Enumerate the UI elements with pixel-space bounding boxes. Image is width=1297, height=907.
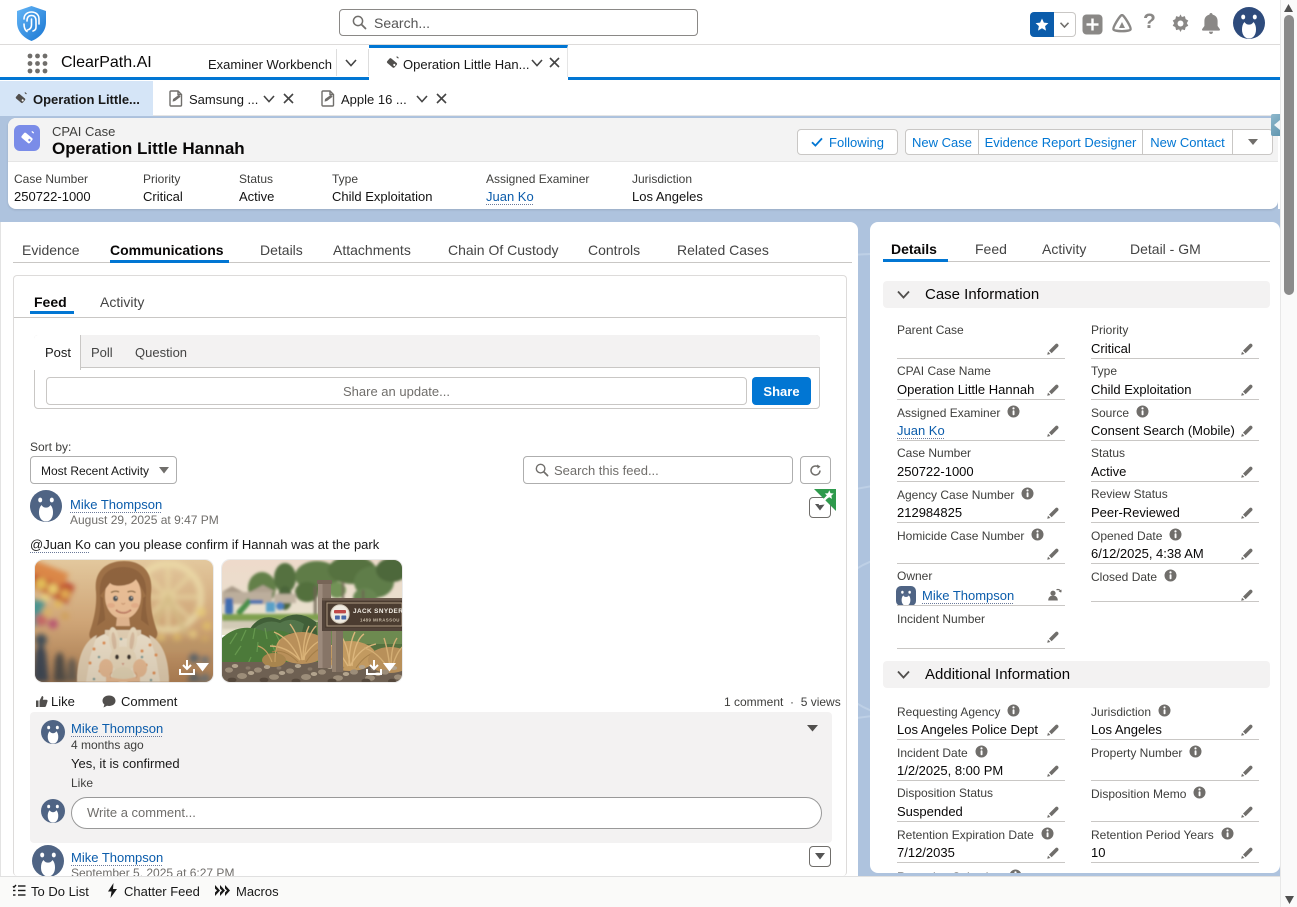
svg-text:1489 MIRASSOU: 1489 MIRASSOU xyxy=(360,618,400,623)
svg-text:JACK SNYDER: JACK SNYDER xyxy=(353,608,402,615)
